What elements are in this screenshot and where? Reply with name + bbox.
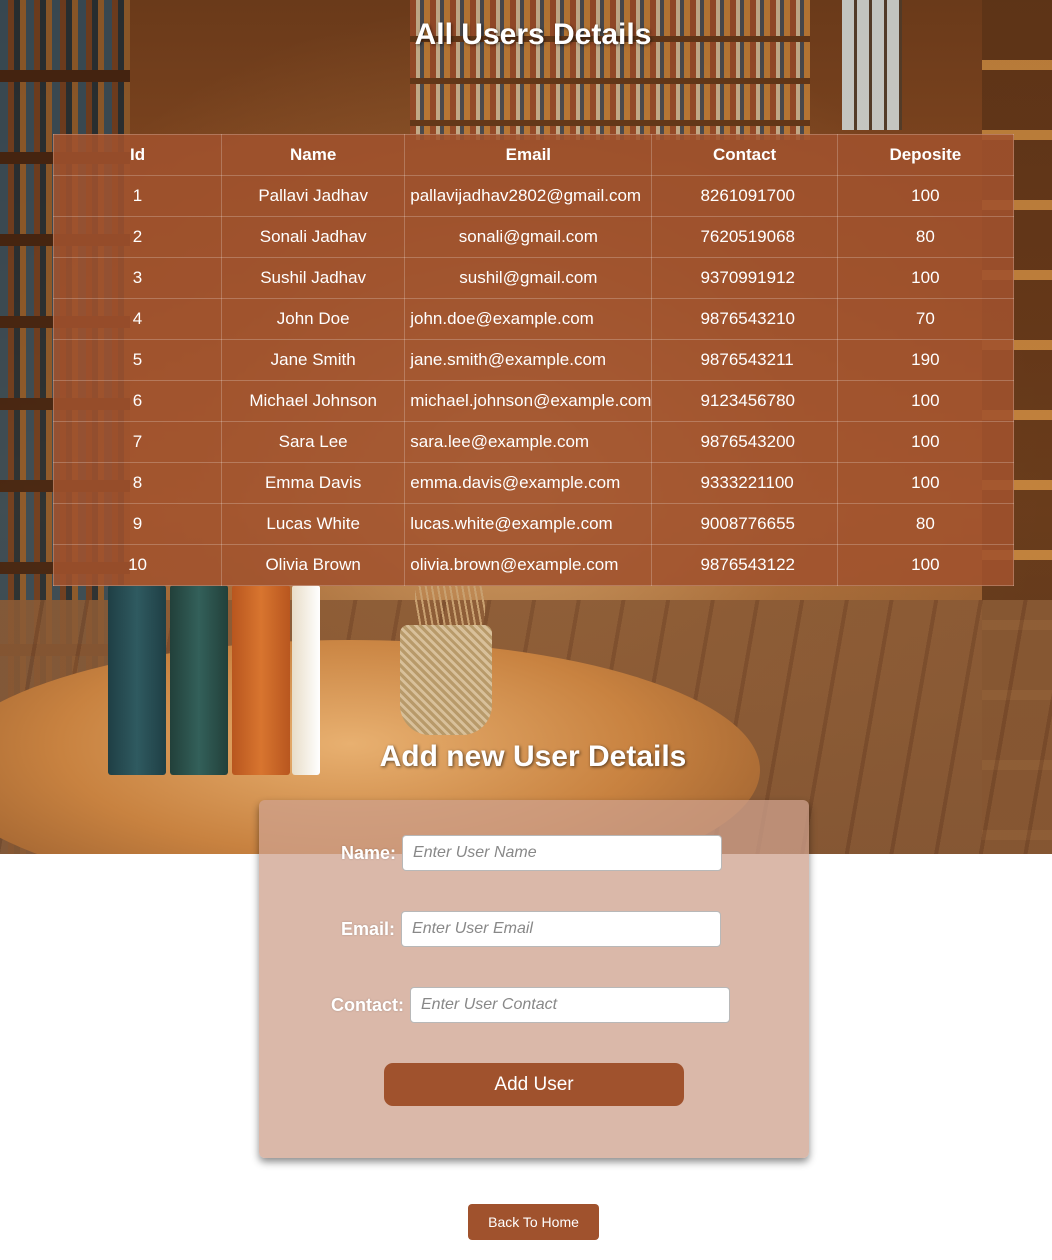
cell-deposite: 100 xyxy=(836,421,1015,463)
cell-email: olivia.brown@example.com xyxy=(404,544,653,586)
cell-contact: 9876543211 xyxy=(651,339,838,381)
contact-label: Contact: xyxy=(331,994,404,1015)
table-row: 2 Sonali Jadhav sonali@gmail.com 7620519… xyxy=(52,216,1015,258)
cell-email: michael.johnson@example.com xyxy=(404,380,653,422)
cell-deposite: 80 xyxy=(836,216,1015,258)
cell-id: 4 xyxy=(52,298,223,340)
column-header-email: Email xyxy=(404,134,653,176)
table-row: 7 Sara Lee sara.lee@example.com 98765432… xyxy=(52,421,1015,463)
cell-name: Jane Smith xyxy=(221,339,406,381)
column-header-id: Id xyxy=(52,134,223,176)
cell-email: john.doe@example.com xyxy=(404,298,653,340)
cell-id: 9 xyxy=(52,503,223,545)
cell-deposite: 100 xyxy=(836,380,1015,422)
email-row: Email: xyxy=(341,911,722,947)
table-row: 5 Jane Smith jane.smith@example.com 9876… xyxy=(52,339,1015,381)
pencil-cup xyxy=(400,625,492,735)
table-row: 1 Pallavi Jadhav pallavijadhav2802@gmail… xyxy=(52,175,1015,217)
cell-name: Lucas White xyxy=(221,503,406,545)
cell-name: Emma Davis xyxy=(221,462,406,504)
column-header-name: Name xyxy=(221,134,406,176)
add-user-form: Name: Email: Contact: Add User xyxy=(259,800,809,1158)
cell-name: Sara Lee xyxy=(221,421,406,463)
cell-email: pallavijadhav2802@gmail.com xyxy=(404,175,653,217)
page-title: All Users Details xyxy=(414,18,652,51)
name-label: Name: xyxy=(341,842,397,863)
contact-input[interactable] xyxy=(410,987,730,1023)
cell-name: Pallavi Jadhav xyxy=(221,175,406,217)
cell-id: 1 xyxy=(52,175,223,217)
back-to-home-button[interactable]: Back To Home xyxy=(468,1204,599,1240)
column-header-contact: Contact xyxy=(651,134,838,176)
cell-deposite: 100 xyxy=(836,544,1015,586)
cell-id: 5 xyxy=(52,339,223,381)
cell-deposite: 100 xyxy=(836,462,1015,504)
email-input[interactable] xyxy=(401,911,722,947)
cell-email: jane.smith@example.com xyxy=(404,339,653,381)
cell-deposite: 190 xyxy=(836,339,1015,381)
cell-name: Michael Johnson xyxy=(221,380,406,422)
cell-id: 3 xyxy=(52,257,223,299)
add-user-button[interactable]: Add User xyxy=(384,1063,684,1106)
cell-name: Sushil Jadhav xyxy=(221,257,406,299)
cell-contact: 9333221100 xyxy=(651,462,838,504)
cell-email: sara.lee@example.com xyxy=(404,421,653,463)
cell-id: 7 xyxy=(52,421,223,463)
cell-email: sushil@gmail.com xyxy=(404,257,653,299)
cell-contact: 9876543210 xyxy=(651,298,838,340)
cell-deposite: 80 xyxy=(836,503,1015,545)
table-row: 9 Lucas White lucas.white@example.com 90… xyxy=(52,503,1015,545)
table-row: 10 Olivia Brown olivia.brown@example.com… xyxy=(52,544,1015,586)
cell-contact: 8261091700 xyxy=(651,175,838,217)
cell-deposite: 100 xyxy=(836,257,1015,299)
email-label: Email: xyxy=(341,918,396,939)
cell-id: 2 xyxy=(52,216,223,258)
cell-email: sonali@gmail.com xyxy=(404,216,653,258)
table-row: 6 Michael Johnson michael.johnson@exampl… xyxy=(52,380,1015,422)
cell-email: emma.davis@example.com xyxy=(404,462,653,504)
table-row: 3 Sushil Jadhav sushil@gmail.com 9370991… xyxy=(52,257,1015,299)
cell-id: 8 xyxy=(52,462,223,504)
cell-name: John Doe xyxy=(221,298,406,340)
users-table: Id Name Email Contact Deposite 1 Pallavi… xyxy=(52,134,1015,586)
cell-contact: 9008776655 xyxy=(651,503,838,545)
cell-deposite: 100 xyxy=(836,175,1015,217)
table-row: 4 John Doe john.doe@example.com 98765432… xyxy=(52,298,1015,340)
cell-contact: 7620519068 xyxy=(651,216,838,258)
cell-contact: 9876543200 xyxy=(651,421,838,463)
cell-email: lucas.white@example.com xyxy=(404,503,653,545)
form-title: Add new User Details xyxy=(379,740,687,773)
cell-name: Olivia Brown xyxy=(221,544,406,586)
column-header-deposite: Deposite xyxy=(836,134,1015,176)
name-input[interactable] xyxy=(402,835,723,871)
contact-row: Contact: xyxy=(331,987,730,1023)
cell-deposite: 70 xyxy=(836,298,1015,340)
cell-contact: 9123456780 xyxy=(651,380,838,422)
name-row: Name: xyxy=(341,835,723,871)
cell-id: 10 xyxy=(52,544,223,586)
cell-contact: 9876543122 xyxy=(651,544,838,586)
table-row: 8 Emma Davis emma.davis@example.com 9333… xyxy=(52,462,1015,504)
table-header-row: Id Name Email Contact Deposite xyxy=(52,134,1015,176)
cell-id: 6 xyxy=(52,380,223,422)
cell-contact: 9370991912 xyxy=(651,257,838,299)
cell-name: Sonali Jadhav xyxy=(221,216,406,258)
